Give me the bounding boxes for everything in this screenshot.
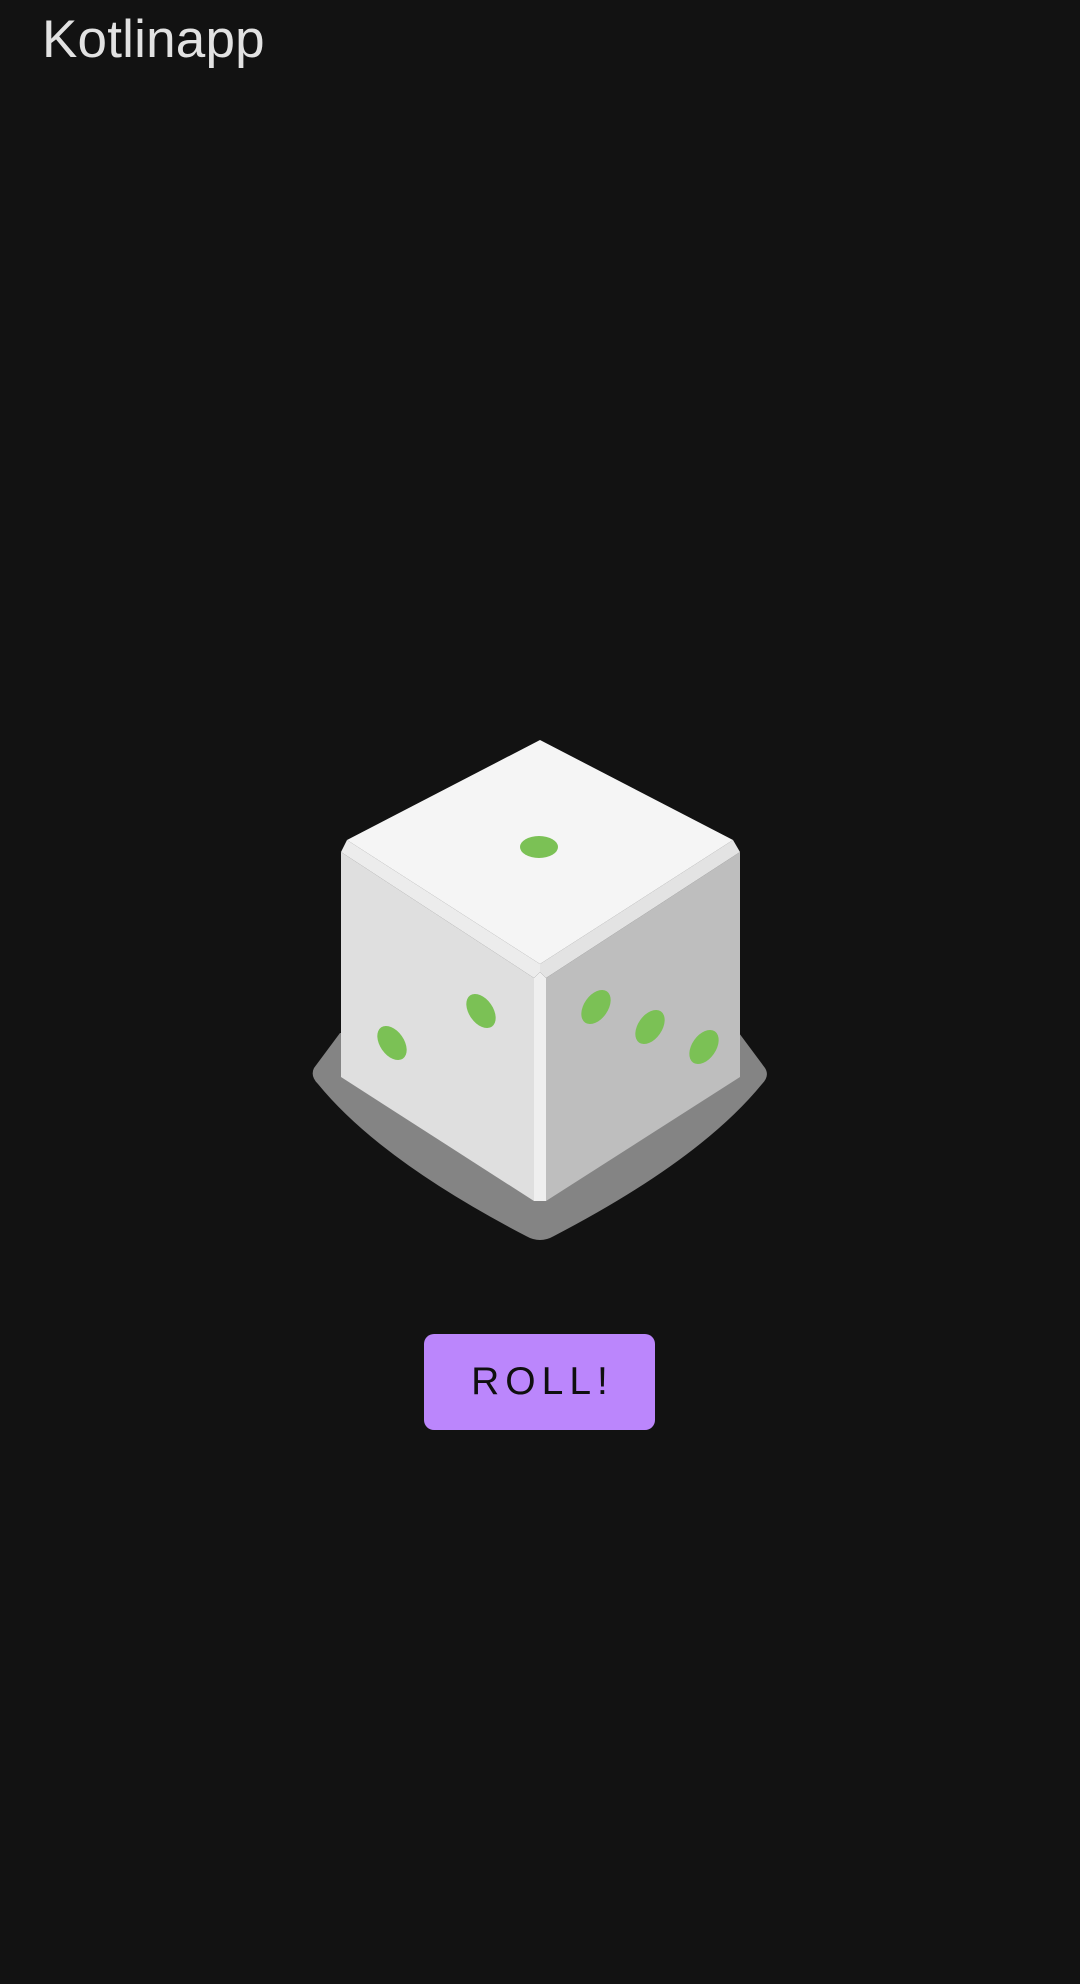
dice-icon xyxy=(312,740,767,1240)
roll-button[interactable]: ROLL! xyxy=(424,1334,655,1430)
dice-front-edge xyxy=(534,972,546,1201)
dice-pip xyxy=(520,836,558,858)
app-title: Kotlinapp xyxy=(42,10,265,69)
dice-image xyxy=(300,720,780,1260)
app-screen: Kotlinapp ROLL! xyxy=(0,0,1080,1984)
